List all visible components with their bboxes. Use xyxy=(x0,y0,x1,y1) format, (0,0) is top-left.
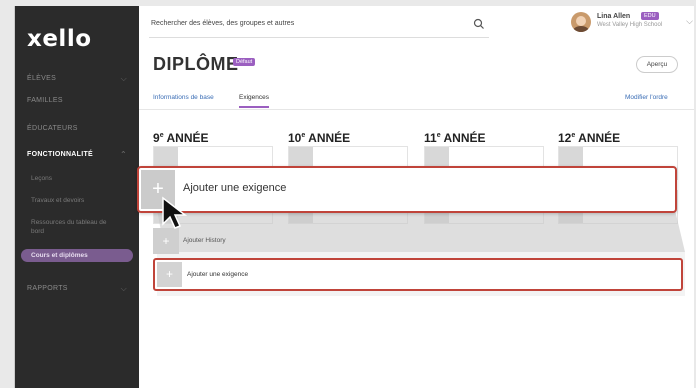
nav-familles[interactable]: FAMILLES xyxy=(15,94,139,108)
reorder-link[interactable]: Modifier l'ordre xyxy=(625,94,668,101)
add-requirement-row[interactable]: + Ajouter une exigence xyxy=(153,258,683,291)
tab-divider xyxy=(139,109,694,110)
year-9-heading: 9e ANNÉE xyxy=(153,131,209,145)
page-title: DIPLÔME xyxy=(153,54,239,74)
edu-badge: EDU xyxy=(641,12,659,20)
tab-exigences[interactable]: Exigences xyxy=(239,94,269,108)
school-name: West Valley High School xyxy=(597,22,663,28)
nav-educateurs[interactable]: ÉDUCATEURS xyxy=(15,122,139,136)
nav-rapports[interactable]: RAPPORTS ⌵ xyxy=(15,282,139,296)
nav-fonctionnalite[interactable]: FONCTIONNALITÉ ⌃ xyxy=(15,148,139,162)
year-10-heading: 10e ANNÉE xyxy=(288,131,351,145)
add-history-row[interactable]: + Ajouter History xyxy=(153,228,673,254)
sidebar-item-travaux[interactable]: Travaux et devoirs xyxy=(15,196,139,205)
default-badge: Défaut xyxy=(233,58,256,66)
xello-logo[interactable]: xello xyxy=(27,26,92,52)
chevron-down-icon[interactable]: ⌵ xyxy=(686,16,693,27)
chevron-up-icon: ⌃ xyxy=(119,150,127,159)
search-bar[interactable]: Rechercher des élèves, des groupes et au… xyxy=(149,14,489,38)
plus-icon: + xyxy=(153,228,179,254)
chevron-down-icon: ⌵ xyxy=(120,284,127,293)
add-requirement-label: Ajouter une exigence xyxy=(187,271,249,278)
add-history-label: Ajouter History xyxy=(183,237,226,244)
sidebar-item-cours-diplomes[interactable]: Cours et diplômes xyxy=(21,249,133,262)
sidebar-item-ressources[interactable]: Ressources du tableau de xyxy=(15,218,139,227)
user-name: Lina Allen xyxy=(597,13,631,20)
nav-eleves[interactable]: ÉLÈVES ⌵ xyxy=(15,72,139,86)
year-12-heading: 12e ANNÉE xyxy=(558,131,621,145)
search-icon[interactable] xyxy=(473,18,485,30)
mouse-pointer-icon xyxy=(162,196,188,229)
preview-button[interactable]: Aperçu xyxy=(636,56,678,73)
user-menu[interactable]: Lina Allen EDU West Valley High School ⌵ xyxy=(571,10,694,36)
search-input[interactable]: Rechercher des élèves, des groupes et au… xyxy=(151,20,294,27)
zoomed-add-requirement-label: Ajouter une exigence xyxy=(183,182,287,194)
zoomed-add-requirement-button[interactable]: + Ajouter une exigence xyxy=(137,166,677,213)
plus-icon: + xyxy=(157,262,182,287)
sidebar-item-lecons[interactable]: Leçons xyxy=(15,174,139,183)
app-window: xello ÉLÈVES ⌵ FAMILLES ÉDUCATEURS FONCT… xyxy=(14,6,694,388)
tab-informations[interactable]: Informations de base xyxy=(153,94,214,101)
avatar xyxy=(571,12,591,32)
chevron-down-icon: ⌵ xyxy=(120,74,127,83)
year-11-heading: 11e ANNÉE xyxy=(424,131,486,145)
sidebar: xello ÉLÈVES ⌵ FAMILLES ÉDUCATEURS FONCT… xyxy=(15,6,139,388)
sidebar-item-ressources-cont[interactable]: bord xyxy=(15,227,139,236)
